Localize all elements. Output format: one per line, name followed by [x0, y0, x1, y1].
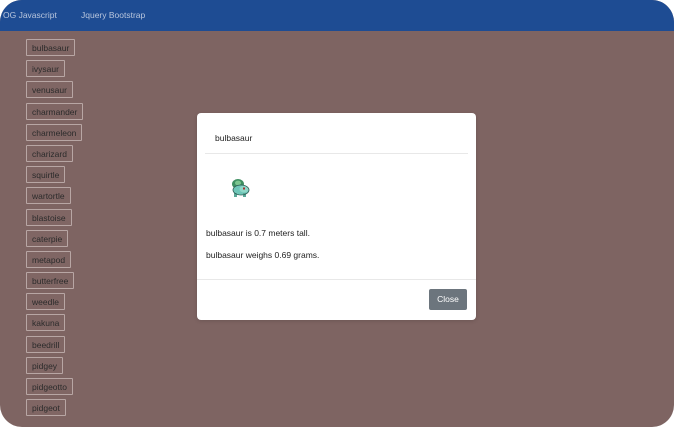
modal-title: bulbasaur — [215, 133, 253, 143]
pokemon-button[interactable]: caterpie — [26, 229, 69, 247]
pokemon-button[interactable]: pidgeotto — [26, 378, 73, 395]
pokemon-button[interactable]: beedrill — [26, 335, 66, 353]
navbar-brand[interactable]: OG Javascript — [3, 10, 57, 20]
modal-footer-divider — [197, 279, 476, 280]
weight-text: bulbasaur weighs 0.69 grams. — [206, 250, 320, 260]
close-button[interactable]: Close — [429, 289, 467, 310]
height-text: bulbasaur is 0.7 meters tall. — [206, 228, 310, 238]
pokemon-button[interactable]: charmander — [26, 102, 84, 120]
navbar: OG Javascript Jquery Bootstrap — [0, 0, 674, 31]
pokemon-modal: bulbasaur bulbasaur is 0.7 meters tall. … — [197, 113, 476, 320]
bulbasaur-sprite-icon — [232, 179, 250, 197]
pokemon-list: bulbasaur ivysaur venusaur charmander ch… — [26, 39, 146, 420]
pokemon-button[interactable]: butterfree — [26, 272, 75, 290]
pokemon-button[interactable]: bulbasaur — [26, 39, 76, 56]
pokemon-button[interactable]: blastoise — [26, 208, 72, 226]
navbar-link-jquery-bootstrap[interactable]: Jquery Bootstrap — [81, 10, 145, 20]
pokemon-button[interactable]: pidgeot — [26, 399, 66, 417]
pokemon-button[interactable]: charmeleon — [26, 123, 83, 141]
pokemon-button[interactable]: kakuna — [26, 314, 66, 332]
pokemon-button[interactable]: venusaur — [26, 81, 73, 99]
pokemon-button[interactable]: pidgey — [26, 356, 64, 374]
pokemon-button[interactable]: wartortle — [26, 187, 71, 205]
modal-header-divider — [205, 153, 468, 154]
pokemon-button[interactable]: charizard — [26, 144, 73, 162]
app-window: OG Javascript Jquery Bootstrap bulbasaur… — [0, 0, 674, 427]
pokemon-button[interactable]: weedle — [26, 293, 65, 311]
pokemon-button[interactable]: ivysaur — [26, 60, 65, 78]
pokemon-button[interactable]: metapod — [26, 250, 72, 268]
pokemon-button[interactable]: squirtle — [26, 166, 66, 184]
